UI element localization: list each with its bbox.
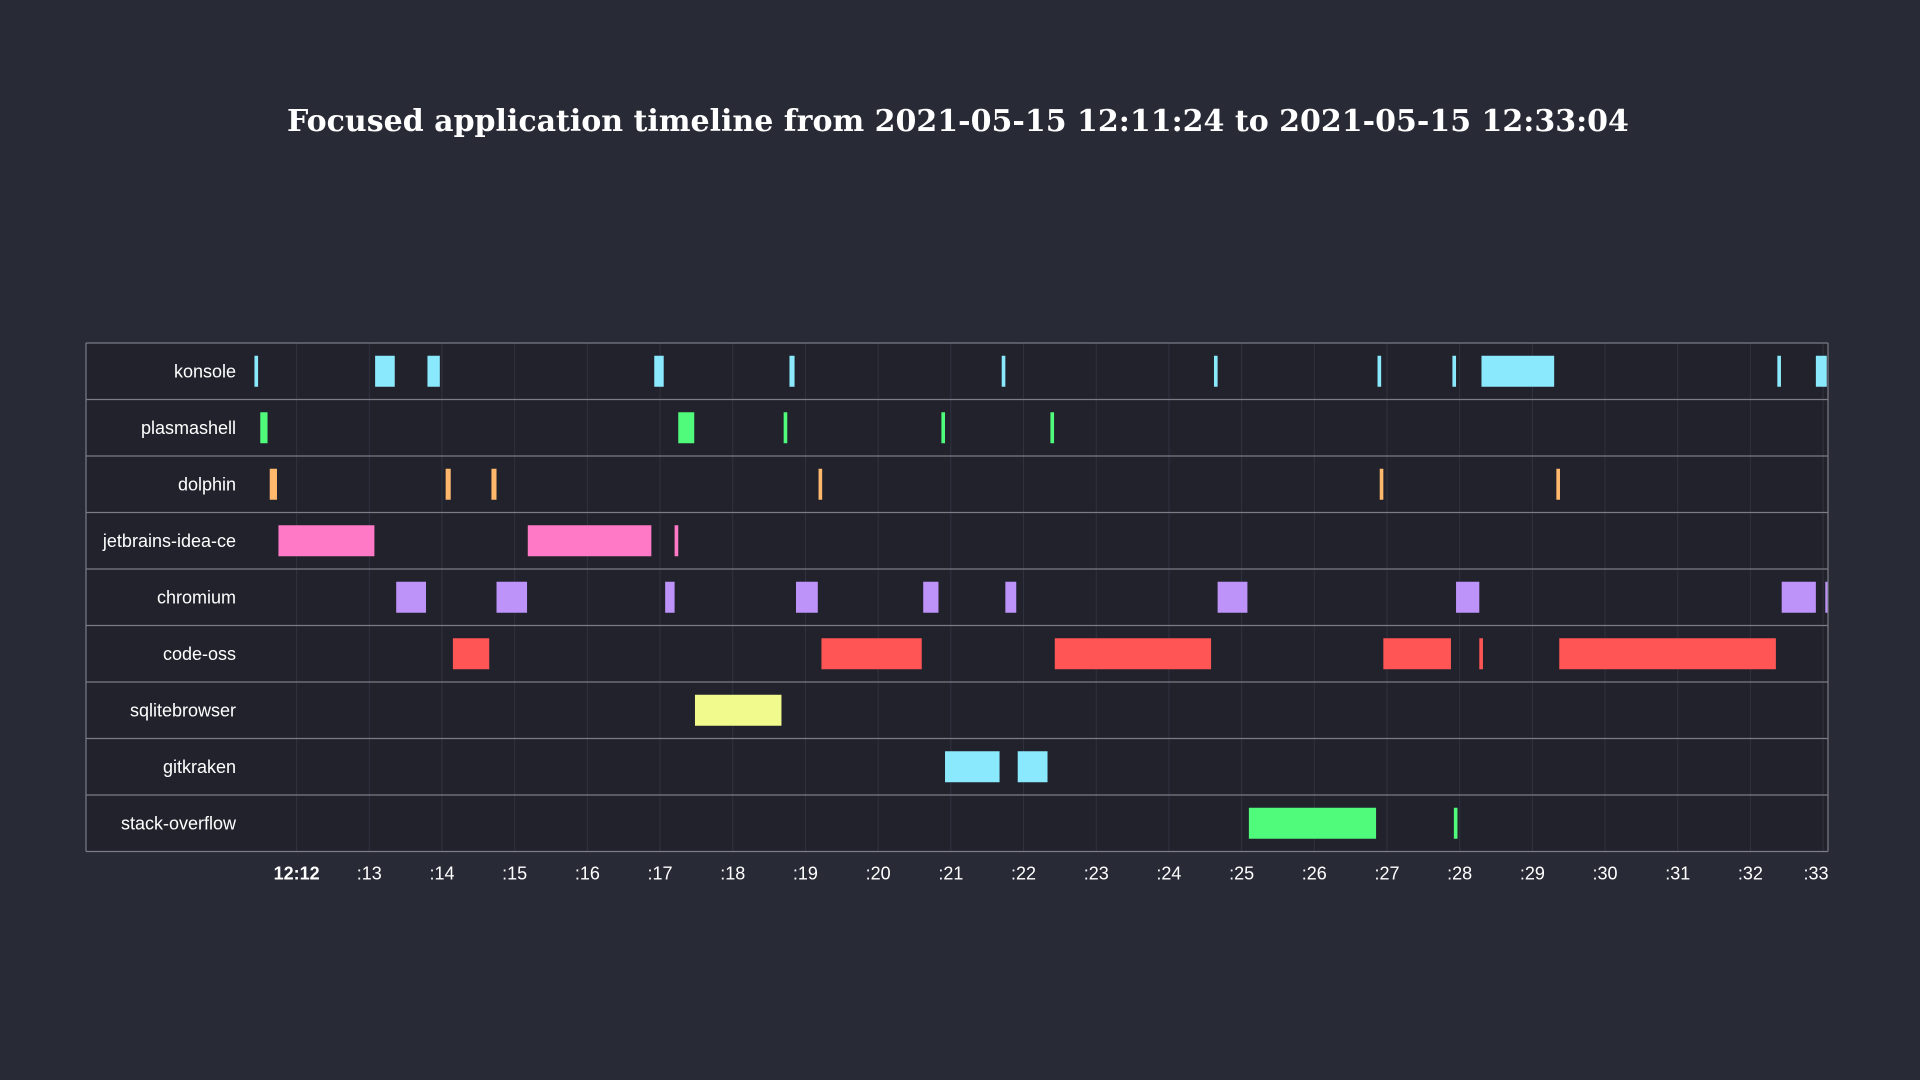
x-tick-label: :14: [429, 864, 454, 884]
x-tick-label: :16: [575, 864, 600, 884]
interval-bar: [1456, 581, 1480, 613]
x-tick-label: :31: [1665, 864, 1690, 884]
x-tick-label: :23: [1084, 864, 1109, 884]
interval-bar: [1815, 355, 1827, 387]
interval-bar: [941, 412, 946, 444]
interval-bar: [654, 355, 664, 387]
x-tick-label: :21: [938, 864, 963, 884]
x-tick-label: :26: [1302, 864, 1327, 884]
lane-label: chromium: [157, 587, 236, 607]
interval-bar: [1248, 807, 1377, 839]
x-tick-label: :30: [1593, 864, 1618, 884]
interval-bar: [396, 581, 427, 613]
interval-bar: [1479, 638, 1483, 670]
interval-bar: [1781, 581, 1816, 613]
interval-bar: [452, 638, 490, 670]
interval-bar: [278, 525, 375, 557]
lane-label: dolphin: [178, 474, 236, 494]
interval-bar: [821, 638, 922, 670]
x-tick-label: :25: [1229, 864, 1254, 884]
interval-bar: [1453, 807, 1458, 839]
x-tick-label: :29: [1520, 864, 1545, 884]
interval-bar: [1050, 412, 1055, 444]
x-tick-label: :15: [502, 864, 527, 884]
x-tick-label: :32: [1738, 864, 1763, 884]
lane-label: jetbrains-idea-ce: [102, 531, 236, 551]
interval-bar: [1452, 355, 1457, 387]
chart-canvas: Focused application timeline from 2021-0…: [0, 0, 1920, 1080]
x-tick-label: :22: [1011, 864, 1036, 884]
x-tick-label: :20: [866, 864, 891, 884]
interval-bar: [1054, 638, 1212, 670]
x-tick-label: :13: [357, 864, 382, 884]
interval-bar: [945, 751, 1000, 783]
x-tick-label: :19: [793, 864, 818, 884]
lane-label: gitkraken: [163, 757, 236, 777]
interval-bar: [375, 355, 395, 387]
x-tick-label: :33: [1803, 864, 1828, 884]
x-axis-ticks: 12:12 :13 :14 :15 :16 :17 :18 :19 :20 :21 :22 :23 :2…: [274, 864, 1829, 884]
interval-bar: [1559, 638, 1776, 670]
interval-bar: [1481, 355, 1555, 387]
interval-bar: [427, 355, 440, 387]
interval-bar: [818, 468, 823, 500]
interval-bar: [1213, 355, 1218, 387]
lane-label: konsole: [174, 361, 236, 381]
interval-bar: [789, 355, 795, 387]
interval-bar: [254, 355, 259, 387]
interval-bar: [923, 581, 939, 613]
interval-bar: [678, 412, 695, 444]
interval-bar: [1017, 751, 1048, 783]
interval-bar: [1217, 581, 1248, 613]
interval-bar: [260, 412, 268, 444]
interval-bar: [1377, 355, 1382, 387]
interval-bar: [1777, 355, 1781, 387]
x-tick-label: :27: [1374, 864, 1399, 884]
interval-bar: [496, 581, 528, 613]
interval-bar: [1383, 638, 1451, 670]
x-tick-label: :28: [1447, 864, 1472, 884]
interval-bar: [665, 581, 675, 613]
lane-label: code-oss: [163, 644, 236, 664]
x-tick-label: :18: [720, 864, 745, 884]
lane-label: sqlitebrowser: [130, 700, 236, 720]
interval-bar: [527, 525, 652, 557]
x-tick-label: :17: [648, 864, 673, 884]
interval-bar: [783, 412, 788, 444]
interval-bar: [1005, 581, 1017, 613]
interval-bar: [674, 525, 679, 557]
lane-label: plasmashell: [141, 418, 236, 438]
lane-label: stack-overflow: [121, 813, 237, 833]
interval-bar: [796, 581, 818, 613]
x-tick-label: 12:12: [274, 864, 320, 884]
interval-bar: [1001, 355, 1006, 387]
interval-bar: [491, 468, 497, 500]
interval-bar: [694, 694, 782, 726]
interval-bar: [269, 468, 277, 500]
x-tick-label: :24: [1156, 864, 1181, 884]
interval-bar: [445, 468, 451, 500]
interval-bar: [1556, 468, 1560, 500]
timeline-chart: konsole plasmashell dolphin jetbrains-idea-…: [85, 342, 1829, 884]
interval-bar: [1379, 468, 1384, 500]
